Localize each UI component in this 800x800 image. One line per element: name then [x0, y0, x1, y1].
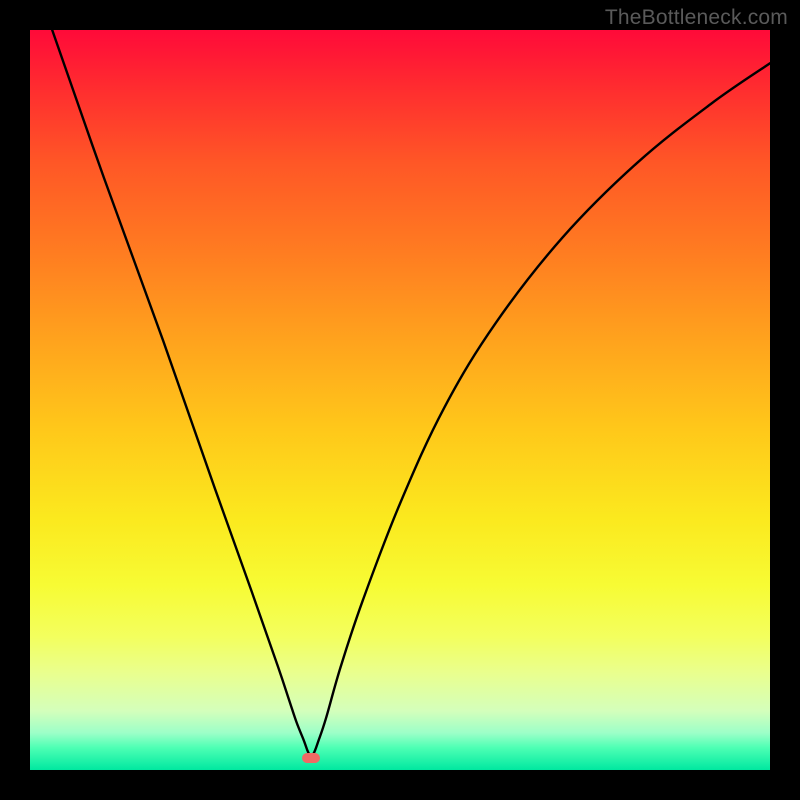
bottleneck-curve-svg	[30, 30, 770, 770]
vertex-marker	[302, 753, 320, 763]
watermark-text: TheBottleneck.com	[605, 6, 788, 30]
chart-stage: TheBottleneck.com	[0, 0, 800, 800]
bottleneck-curve-path	[52, 30, 770, 756]
plot-area	[30, 30, 770, 770]
